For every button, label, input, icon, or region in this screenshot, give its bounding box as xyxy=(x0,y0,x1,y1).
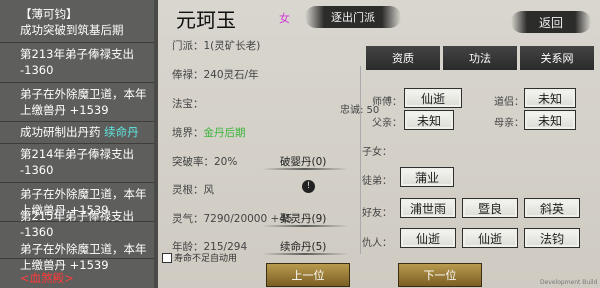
treasure-label: 法宝： xyxy=(172,98,204,110)
alert-icon[interactable]: ! xyxy=(302,180,315,193)
dao-partner-label: 道侣： xyxy=(494,97,524,108)
expel-button[interactable]: 逐出门派 xyxy=(315,6,391,28)
mother-label: 母亲： xyxy=(494,118,524,129)
next-character-button[interactable]: 下一位 xyxy=(398,263,482,287)
enemy-chip[interactable]: 法钧 xyxy=(524,228,580,248)
breakthrough-pill-button[interactable]: 破婴丹(0) xyxy=(280,154,326,169)
enemies-label: 仇人： xyxy=(362,238,392,249)
event-log-bottom xyxy=(0,0,158,288)
father-label: 父亲： xyxy=(372,118,402,129)
dao-partner-chip[interactable]: 未知 xyxy=(524,88,576,108)
disciples-label: 徒弟： xyxy=(362,176,392,187)
master-label: 师傅： xyxy=(372,97,402,108)
friend-chip[interactable]: 暨良 xyxy=(462,198,518,218)
prev-character-button[interactable]: 上一位 xyxy=(266,263,350,287)
pill-underline xyxy=(262,253,348,255)
age-pill-button[interactable]: 续命丹(5) xyxy=(280,239,326,254)
enemy-chip[interactable]: 仙逝 xyxy=(462,228,518,248)
spirit-pill-button[interactable]: 聚灵丹(9) xyxy=(280,211,326,226)
sect-line: 门派：1(灵矿长老) xyxy=(172,40,261,52)
auto-use-label: 寿命不足自动用 xyxy=(174,254,238,264)
spirit-root-line: 灵根：风 xyxy=(172,184,214,196)
father-chip[interactable]: 未知 xyxy=(404,110,454,130)
master-chip[interactable]: 仙逝 xyxy=(404,88,462,108)
salary-line: 俸禄：240灵石/年 xyxy=(172,69,259,81)
enemy-chip[interactable]: 仙逝 xyxy=(400,228,456,248)
back-button[interactable]: 返回 xyxy=(521,11,581,33)
pill-underline xyxy=(262,168,348,170)
realm-label: 境界： xyxy=(172,127,204,139)
build-watermark: Development Build xyxy=(540,279,598,286)
auto-use-checkbox[interactable] xyxy=(162,253,172,263)
mother-chip[interactable]: 未知 xyxy=(524,110,576,130)
disciple-chip[interactable]: 蒲业 xyxy=(400,167,454,187)
friends-label: 好友： xyxy=(362,208,392,219)
realm-value: 金丹后期 xyxy=(203,127,246,139)
friend-chip[interactable]: 斜英 xyxy=(524,198,580,218)
gender-label: 女 xyxy=(279,12,290,25)
spirit-line: 灵气：7290/20000 +45 xyxy=(172,213,293,225)
breakthrough-line: 突破率：20% xyxy=(172,156,238,168)
character-name: 元珂玉 xyxy=(176,8,236,32)
realm-line: 境界：金丹后期 xyxy=(172,125,246,140)
friend-chip[interactable]: 浦世雨 xyxy=(400,198,456,218)
pill-underline xyxy=(262,225,348,227)
children-label: 子女： xyxy=(362,147,392,158)
